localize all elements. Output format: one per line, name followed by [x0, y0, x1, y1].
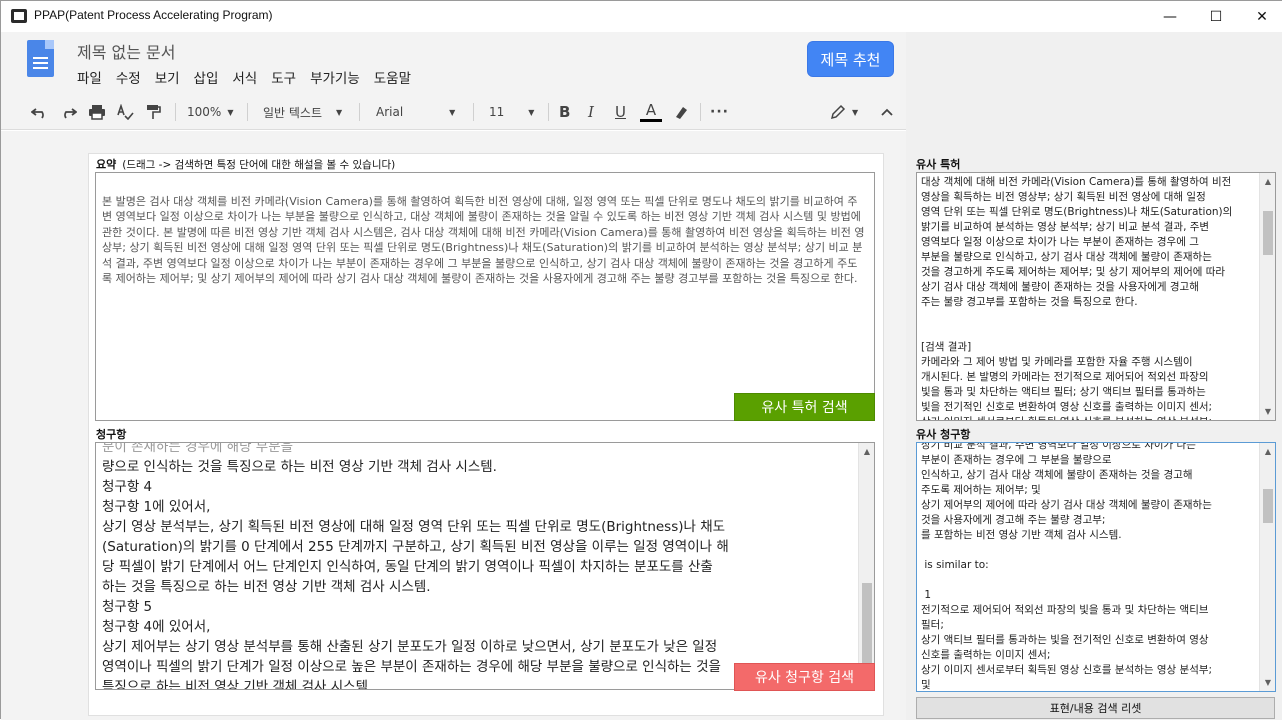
menu-bar: 파일 수정 보기 삽입 서식 도구 부가기능 도움말: [77, 67, 411, 87]
text-color-icon[interactable]: A: [640, 94, 662, 130]
claims-line: 상기 제어부는 상기 영상 분석부를 통해 산출된 상기 분포도가 일정 이하로…: [102, 639, 718, 655]
claims-line: (Saturation)의 밝기를 0 단계에서 255 단계까지 구분하고, …: [102, 539, 729, 555]
summary-hint: (드래그 -> 검색하면 특정 단어에 대한 해설을 볼 수 있습니다): [122, 159, 396, 171]
title-bar: PPAP(Patent Process Accelerating Program…: [1, 1, 1282, 32]
editing-mode-icon[interactable]: ▼: [830, 94, 858, 130]
claims-line: 량으로 인식하는 것을 특징으로 하는 비전 영상 기반 객체 검사 시스템.: [102, 459, 497, 475]
minimize-icon: —: [1163, 8, 1177, 25]
claims-line: 분이 존재하는 경우에 해당 부분을: [102, 442, 294, 455]
claims-textarea[interactable]: 분이 존재하는 경우에 해당 부분을 량으로 인식하는 것을 특징으로 하는 비…: [95, 442, 875, 690]
scroll-up-icon[interactable]: ▲: [859, 443, 874, 460]
scroll-thumb[interactable]: [1263, 211, 1273, 255]
menu-addons[interactable]: 부가기능: [310, 67, 360, 87]
menu-edit[interactable]: 수정: [116, 67, 141, 87]
chevron-down-icon: ▼: [528, 107, 535, 117]
font-size-select[interactable]: 11 ▼: [489, 94, 534, 130]
similar-patents-label: 유사 특허: [916, 158, 961, 171]
underline-icon[interactable]: U: [615, 94, 626, 130]
similar-claims-text: 상기 비교 분석 결과, 주변 영역보다 일정 이상으로 차이가 나는 부분이 …: [921, 442, 1213, 691]
similar-patents-textarea[interactable]: 대상 객체에 대해 비전 카메라(Vision Camera)를 통해 촬영하여…: [916, 172, 1276, 421]
maximize-button[interactable]: ☐: [1193, 1, 1239, 32]
style-value: 일반 텍스트: [263, 105, 323, 120]
more-options-icon[interactable]: ···: [710, 94, 729, 130]
chevron-down-icon: ▼: [227, 107, 234, 117]
similar-patent-search-button[interactable]: 유사 특허 검색: [734, 393, 875, 421]
docs-logo-icon: [27, 40, 54, 77]
title-recommend-button[interactable]: 제목 추천: [807, 41, 894, 77]
summary-textarea[interactable]: 본 발명은 검사 대상 객체를 비전 카메라(Vision Camera)를 통…: [95, 172, 875, 421]
menu-insert[interactable]: 삽입: [194, 67, 219, 87]
similar-claims-search-button[interactable]: 유사 청구항 검색: [734, 663, 875, 691]
highlight-icon[interactable]: [673, 94, 689, 130]
undo-icon[interactable]: [31, 94, 49, 130]
close-button[interactable]: ✕: [1239, 1, 1282, 32]
close-icon: ✕: [1256, 8, 1268, 25]
style-select[interactable]: 일반 텍스트 ▼: [263, 94, 342, 130]
zoom-value: 100%: [187, 105, 222, 119]
spellcheck-icon[interactable]: [116, 94, 134, 130]
zoom-select[interactable]: 100% ▼: [187, 94, 233, 130]
claims-line: 청구항 4에 있어서,: [102, 619, 211, 635]
scroll-up-icon[interactable]: ▲: [1260, 173, 1275, 190]
window-title: PPAP(Patent Process Accelerating Program…: [34, 8, 273, 22]
claims-line: 청구항 4: [102, 479, 153, 495]
menu-help[interactable]: 도움말: [374, 67, 411, 87]
maximize-icon: ☐: [1209, 8, 1223, 25]
redo-icon[interactable]: [59, 94, 77, 130]
scroll-up-icon[interactable]: ▲: [1260, 443, 1275, 460]
menu-view[interactable]: 보기: [155, 67, 180, 87]
chevron-down-icon: ▼: [336, 107, 343, 117]
font-select[interactable]: Arial ▼: [376, 94, 455, 130]
app-icon: [11, 9, 27, 23]
paint-format-icon[interactable]: [145, 94, 161, 130]
menu-format[interactable]: 서식: [232, 67, 257, 87]
claims-line: 상기 영상 분석부는, 상기 획득된 비전 영상에 대해 일정 영역 단위 또는…: [102, 519, 726, 535]
app-window: PPAP(Patent Process Accelerating Program…: [0, 0, 1282, 720]
claims-line: 하는 것을 특징으로 하는 비전 영상 기반 객체 검사 시스템.: [102, 579, 431, 595]
summary-label: 요약: [96, 158, 117, 171]
collapse-icon[interactable]: [880, 94, 894, 130]
font-value: Arial: [376, 105, 404, 119]
scroll-thumb[interactable]: [1263, 489, 1273, 523]
scroll-down-icon[interactable]: ▼: [1260, 674, 1275, 691]
menu-tools[interactable]: 도구: [271, 67, 296, 87]
similar-patents-text: 대상 객체에 대해 비전 카메라(Vision Camera)를 통해 촬영하여…: [921, 176, 1233, 420]
print-icon[interactable]: [88, 94, 106, 130]
italic-icon[interactable]: I: [588, 94, 594, 130]
claims-scrollbar[interactable]: ▲: [858, 443, 874, 689]
chevron-down-icon: ▼: [449, 107, 456, 117]
document-title[interactable]: 제목 없는 문서: [77, 39, 176, 63]
summary-section-label: 요약 (드래그 -> 검색하면 특정 단어에 대한 해설을 볼 수 있습니다): [96, 156, 395, 172]
docs-header: 제목 없는 문서 파일 수정 보기 삽입 서식 도구 부가기능 도움말 제목 추…: [1, 32, 906, 94]
claims-text: 분이 존재하는 경우에 해당 부분을 량으로 인식하는 것을 특징으로 하는 비…: [102, 442, 854, 689]
formatting-toolbar: 100% ▼ 일반 텍스트 ▼ Arial ▼ 11 ▼ B I U A ··· ▼: [1, 94, 906, 130]
scroll-down-icon[interactable]: ▼: [1260, 403, 1275, 420]
minimize-button[interactable]: —: [1147, 1, 1193, 32]
summary-text: 본 발명은 검사 대상 객체를 비전 카메라(Vision Camera)를 통…: [102, 195, 865, 286]
similar-patents-scrollbar[interactable]: ▲ ▼: [1259, 173, 1275, 420]
font-size-value: 11: [489, 105, 505, 119]
claims-line: 당 픽셀이 밝기 단계에서 어느 단계인지 인식하여, 동일 단계의 밝기 영역…: [102, 559, 713, 575]
claims-line: 청구항 5: [102, 599, 153, 615]
similar-claims-label: 유사 청구항: [916, 428, 971, 441]
similar-claims-textarea[interactable]: 상기 비교 분석 결과, 주변 영역보다 일정 이상으로 차이가 나는 부분이 …: [916, 442, 1276, 692]
reset-search-button[interactable]: 표현/내용 검색 리셋: [916, 697, 1275, 719]
claims-section-label: 청구항: [96, 428, 127, 441]
claims-line: 청구항 1에 있어서,: [102, 499, 211, 515]
chevron-down-icon: ▼: [852, 107, 859, 117]
menu-file[interactable]: 파일: [77, 67, 102, 87]
similar-claims-scrollbar[interactable]: ▲ ▼: [1259, 443, 1275, 691]
bold-icon[interactable]: B: [559, 94, 570, 130]
